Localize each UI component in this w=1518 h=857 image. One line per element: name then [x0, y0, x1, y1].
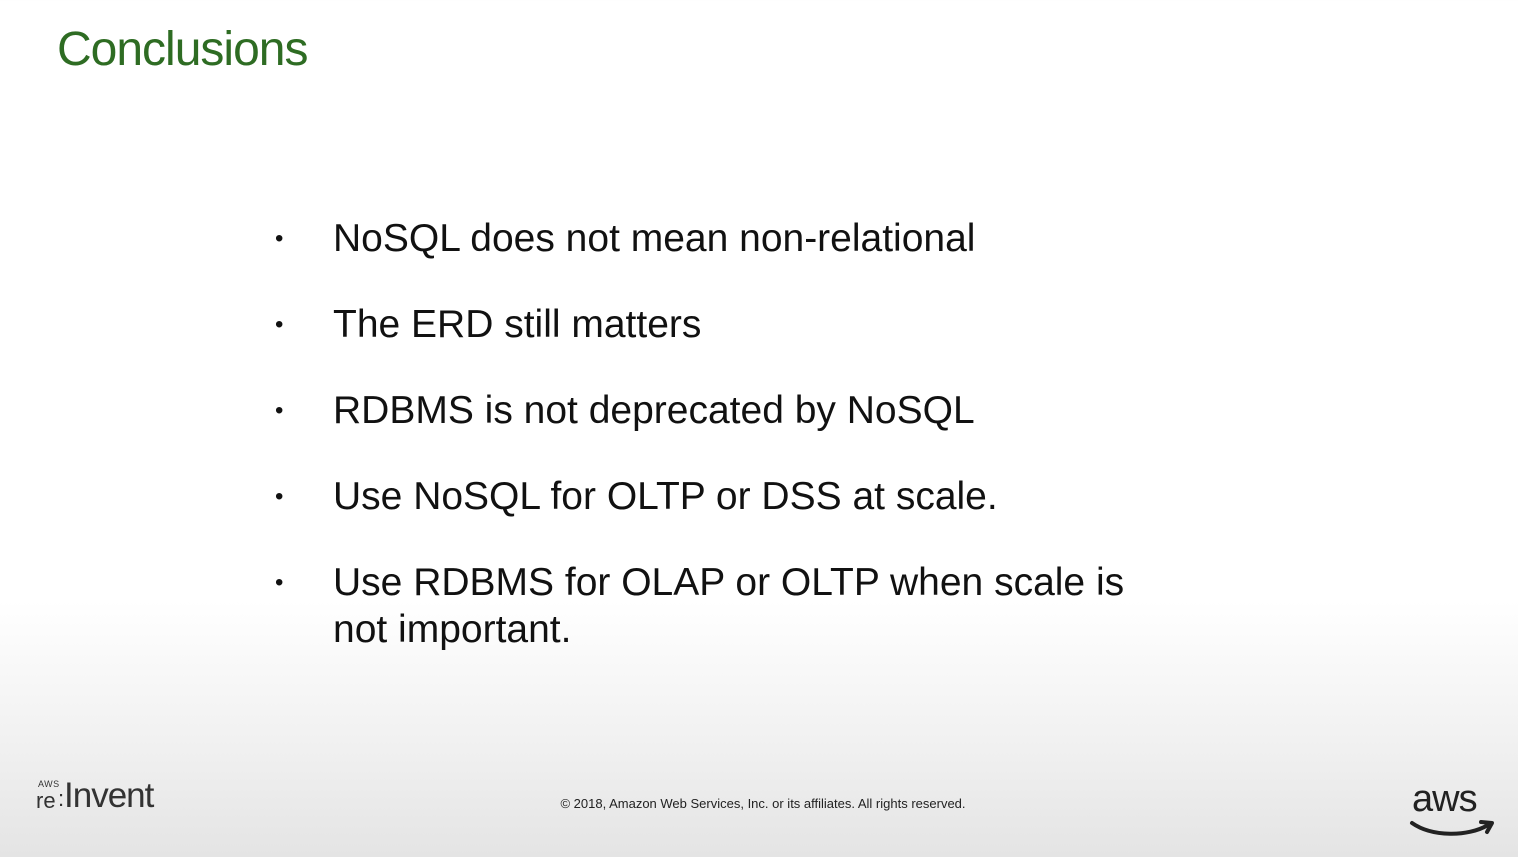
- bullet-item-nosql-scale: • Use NoSQL for OLTP or DSS at scale.: [275, 473, 1175, 520]
- copyright-notice: © 2018, Amazon Web Services, Inc. or its…: [560, 796, 966, 811]
- bullet-dot-icon: •: [275, 569, 284, 596]
- bullet-item-erd: • The ERD still matters: [275, 301, 1175, 348]
- bullet-text: Use NoSQL for OLTP or DSS at scale.: [333, 475, 998, 518]
- bullet-dot-icon: •: [275, 311, 284, 338]
- conclusions-list: • NoSQL does not mean non-relational • T…: [275, 215, 1175, 692]
- bullet-dot-icon: •: [275, 225, 284, 252]
- bullet-text: RDBMS is not deprecated by NoSQL: [333, 389, 975, 432]
- bullet-text: The ERD still matters: [333, 303, 702, 346]
- bullet-text: Use RDBMS for OLAP or OLTP when scale is…: [333, 561, 1125, 651]
- bullet-dot-icon: •: [275, 483, 284, 510]
- bullet-item-nosql-relational: • NoSQL does not mean non-relational: [275, 215, 1175, 262]
- bullet-item-rdbms-not-deprecated: • RDBMS is not deprecated by NoSQL: [275, 387, 1175, 434]
- smile-arrow-icon: [1410, 820, 1494, 836]
- aws-logo-word: aws: [1412, 778, 1478, 820]
- bullet-item-rdbms-olap: • Use RDBMS for OLAP or OLTP when scale …: [275, 559, 1175, 653]
- bullet-text: NoSQL does not mean non-relational: [333, 217, 976, 260]
- aws-logo: aws: [1408, 780, 1498, 842]
- slide-title: Conclusions: [57, 23, 308, 76]
- bullet-dot-icon: •: [275, 397, 284, 424]
